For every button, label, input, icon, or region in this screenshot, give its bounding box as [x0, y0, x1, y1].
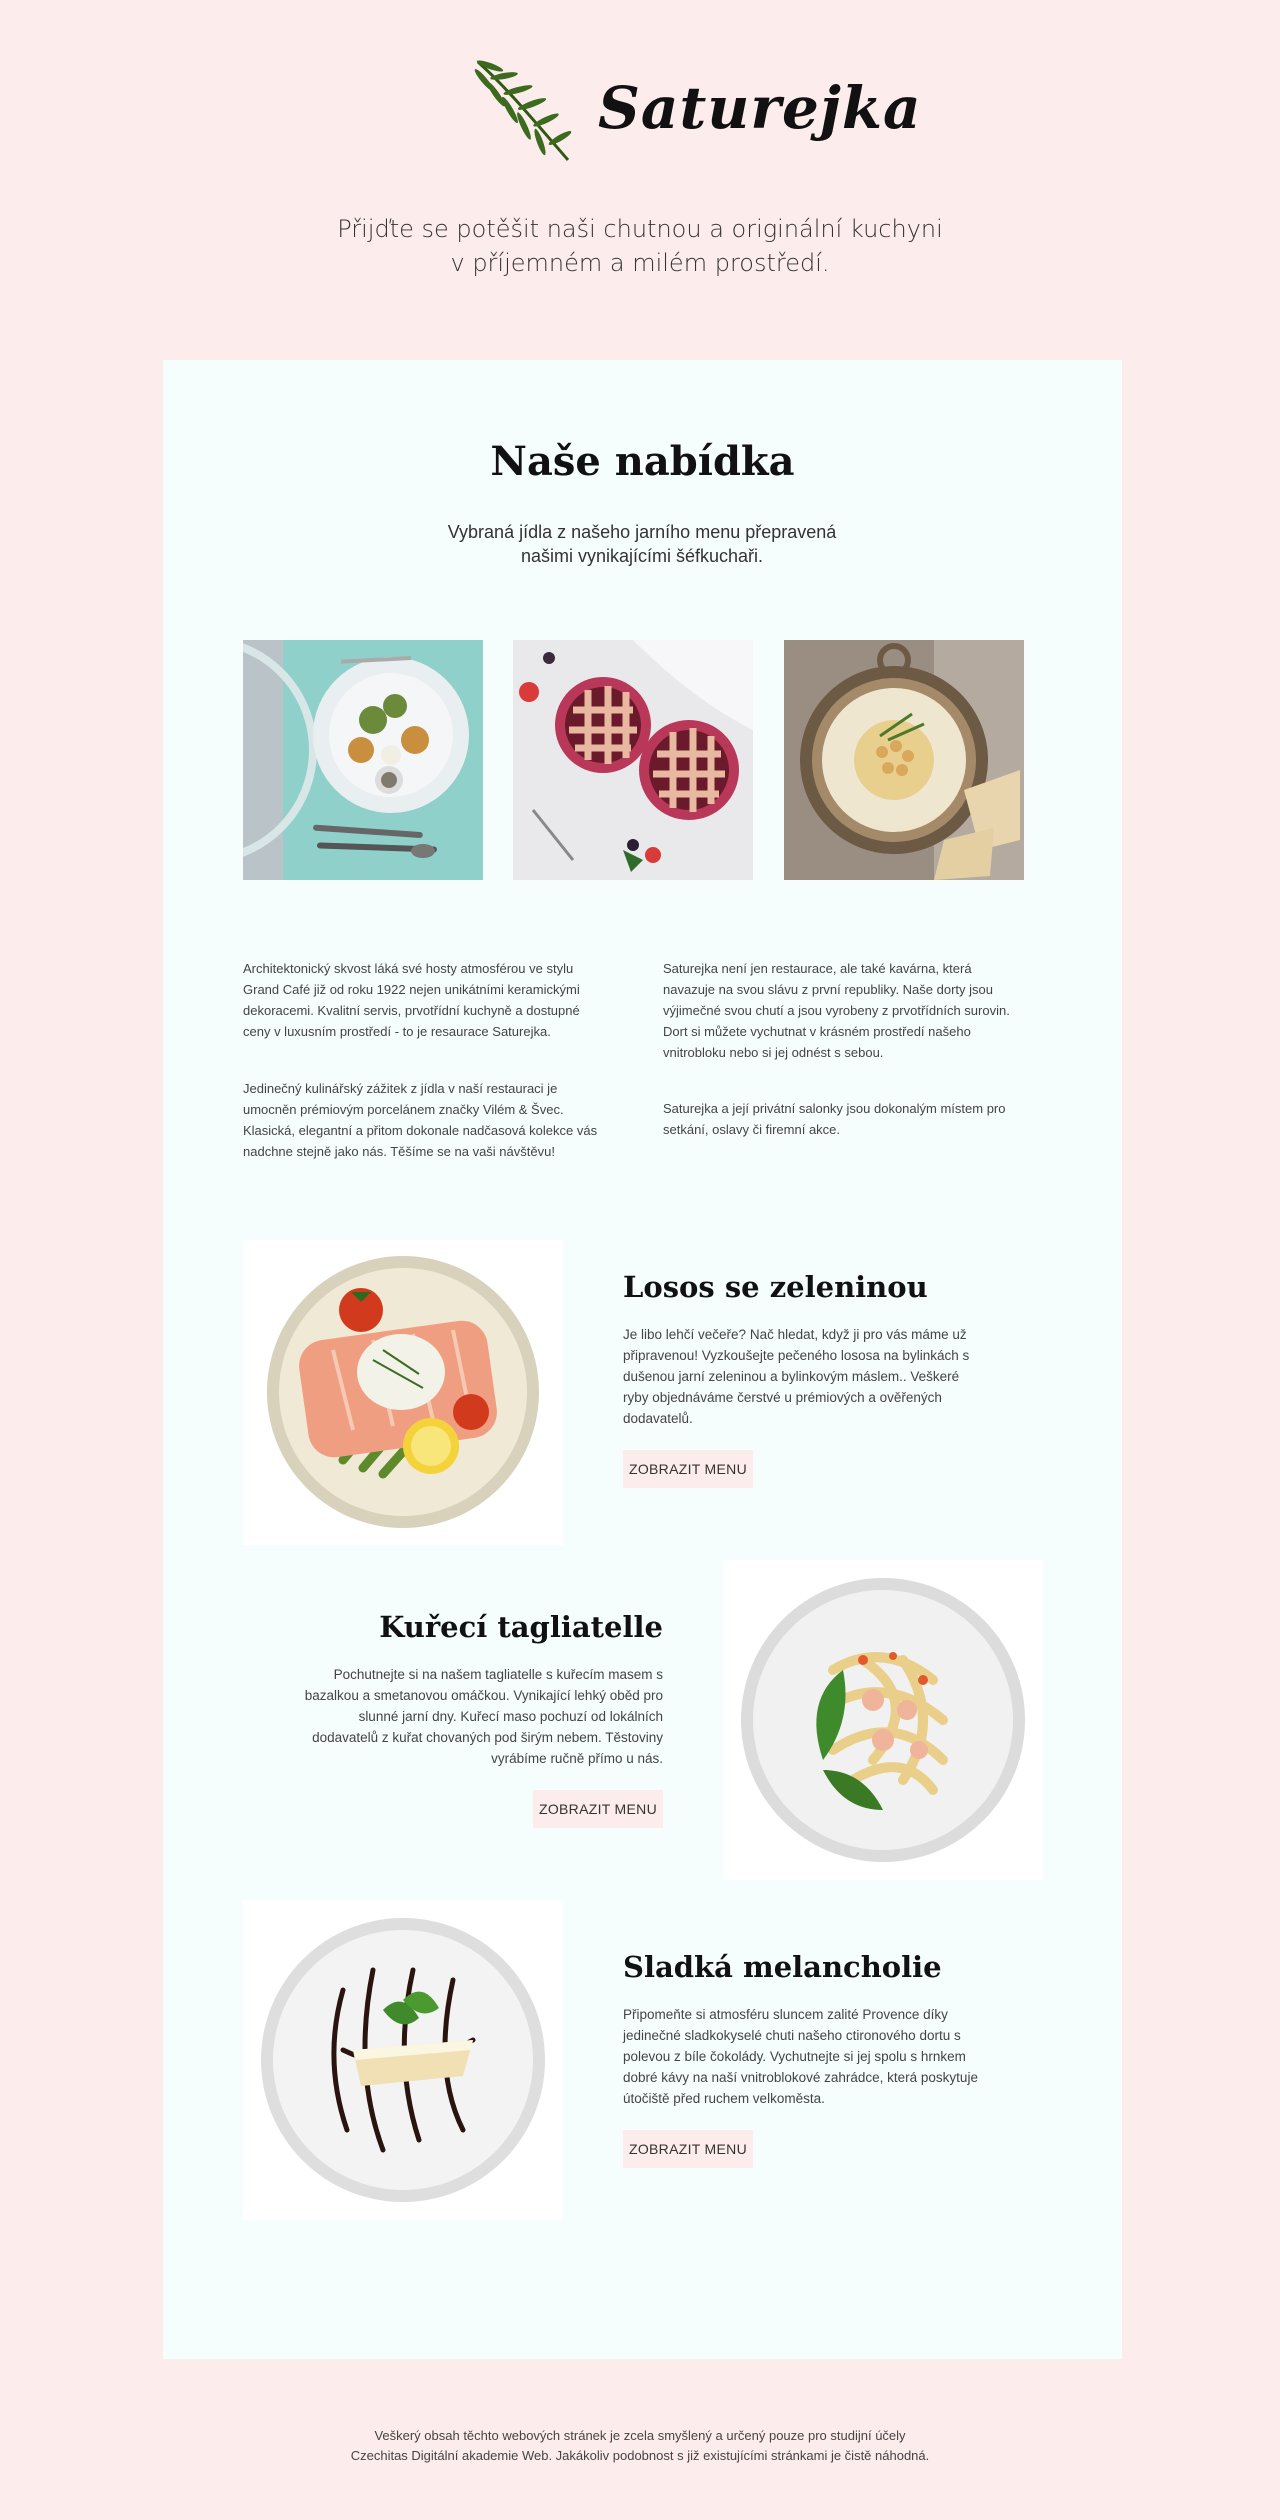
hummus-bowl-photo-icon [784, 640, 1024, 880]
dish-title-salmon: Losos se zeleninou [623, 1270, 928, 1304]
berry-pie-photo-icon [513, 640, 753, 880]
dish-title-tagliatelle: Kuřecí tagliatelle [379, 1610, 663, 1644]
about-right-paragraph-1: Saturejka není jen restaurace, ale také … [663, 961, 1010, 1060]
section-title: Naše nabídka [490, 438, 795, 485]
gallery-image-hummus [784, 640, 1024, 880]
show-menu-button-tagliatelle[interactable]: ZOBRAZIT MENU [533, 1790, 663, 1828]
section-subtitle: Vybraná jídla z našeho jarního menu přep… [392, 520, 892, 568]
tagline-line-1: Přijďte se potěšit naši chutnou a origin… [337, 215, 943, 243]
dish-image-dessert [243, 1900, 563, 2220]
section-subtitle-line-1: Vybraná jídla z našeho jarního menu přep… [447, 522, 837, 542]
dish-description-dessert: Připomeňte si atmosféru sluncem zalité P… [623, 2007, 978, 2106]
about-left-paragraph-2: Jedinečný kulinářský zážitek z jídla v n… [243, 1081, 598, 1159]
dish-image-tagliatelle [723, 1560, 1043, 1880]
menu-card: Naše nabídka Vybraná jídla z našeho jarn… [163, 360, 1122, 2359]
logo-text: Saturejka [598, 74, 922, 142]
dish-image-salmon [243, 1240, 563, 1545]
show-menu-button-salmon[interactable]: ZOBRAZIT MENU [623, 1450, 753, 1488]
about-left-paragraph-1: Architektonický skvost láká své hosty at… [243, 961, 580, 1039]
about-right-paragraph-2: Saturejka a její privátní salonky jsou d… [663, 1101, 1006, 1137]
salad-plate-photo-icon [243, 640, 483, 880]
logo[interactable]: Saturejka [470, 56, 921, 166]
dish-description-salmon: Je libo lehčí večeře? Nač hledat, když j… [623, 1327, 970, 1426]
dish-title-dessert: Sladká melancholie [623, 1950, 942, 1984]
footer-line-1: Veškerý obsah těchto webových stránek je… [374, 2428, 906, 2443]
tagline-line-2: v příjemném a milém prostředí. [450, 249, 830, 277]
dessert-plate-photo-icon [261, 1918, 545, 2202]
dish-description-tagliatelle: Pochutnejte si na našem tagliatelle s ku… [304, 1667, 663, 1766]
footer-line-2: Czechitas Digitální akademie Web. Jakáko… [350, 2448, 930, 2463]
section-subtitle-line-2: našimi vynikajícími šéfkuchaři. [520, 546, 764, 566]
tagliatelle-plate-photo-icon [741, 1578, 1025, 1862]
gallery-image-pie [513, 640, 753, 880]
gallery-image-salad [243, 640, 483, 880]
tagline: Přijďte se potěšit naši chutnou a origin… [240, 212, 1040, 280]
herb-branch-icon [474, 60, 572, 161]
salmon-plate-photo-icon [267, 1256, 539, 1528]
footer: Veškerý obsah těchto webových stránek je… [240, 2426, 1040, 2466]
show-menu-button-dessert[interactable]: ZOBRAZIT MENU [623, 2130, 753, 2168]
site-header: Saturejka Přijďte se potěšit naši chutno… [0, 0, 1280, 360]
